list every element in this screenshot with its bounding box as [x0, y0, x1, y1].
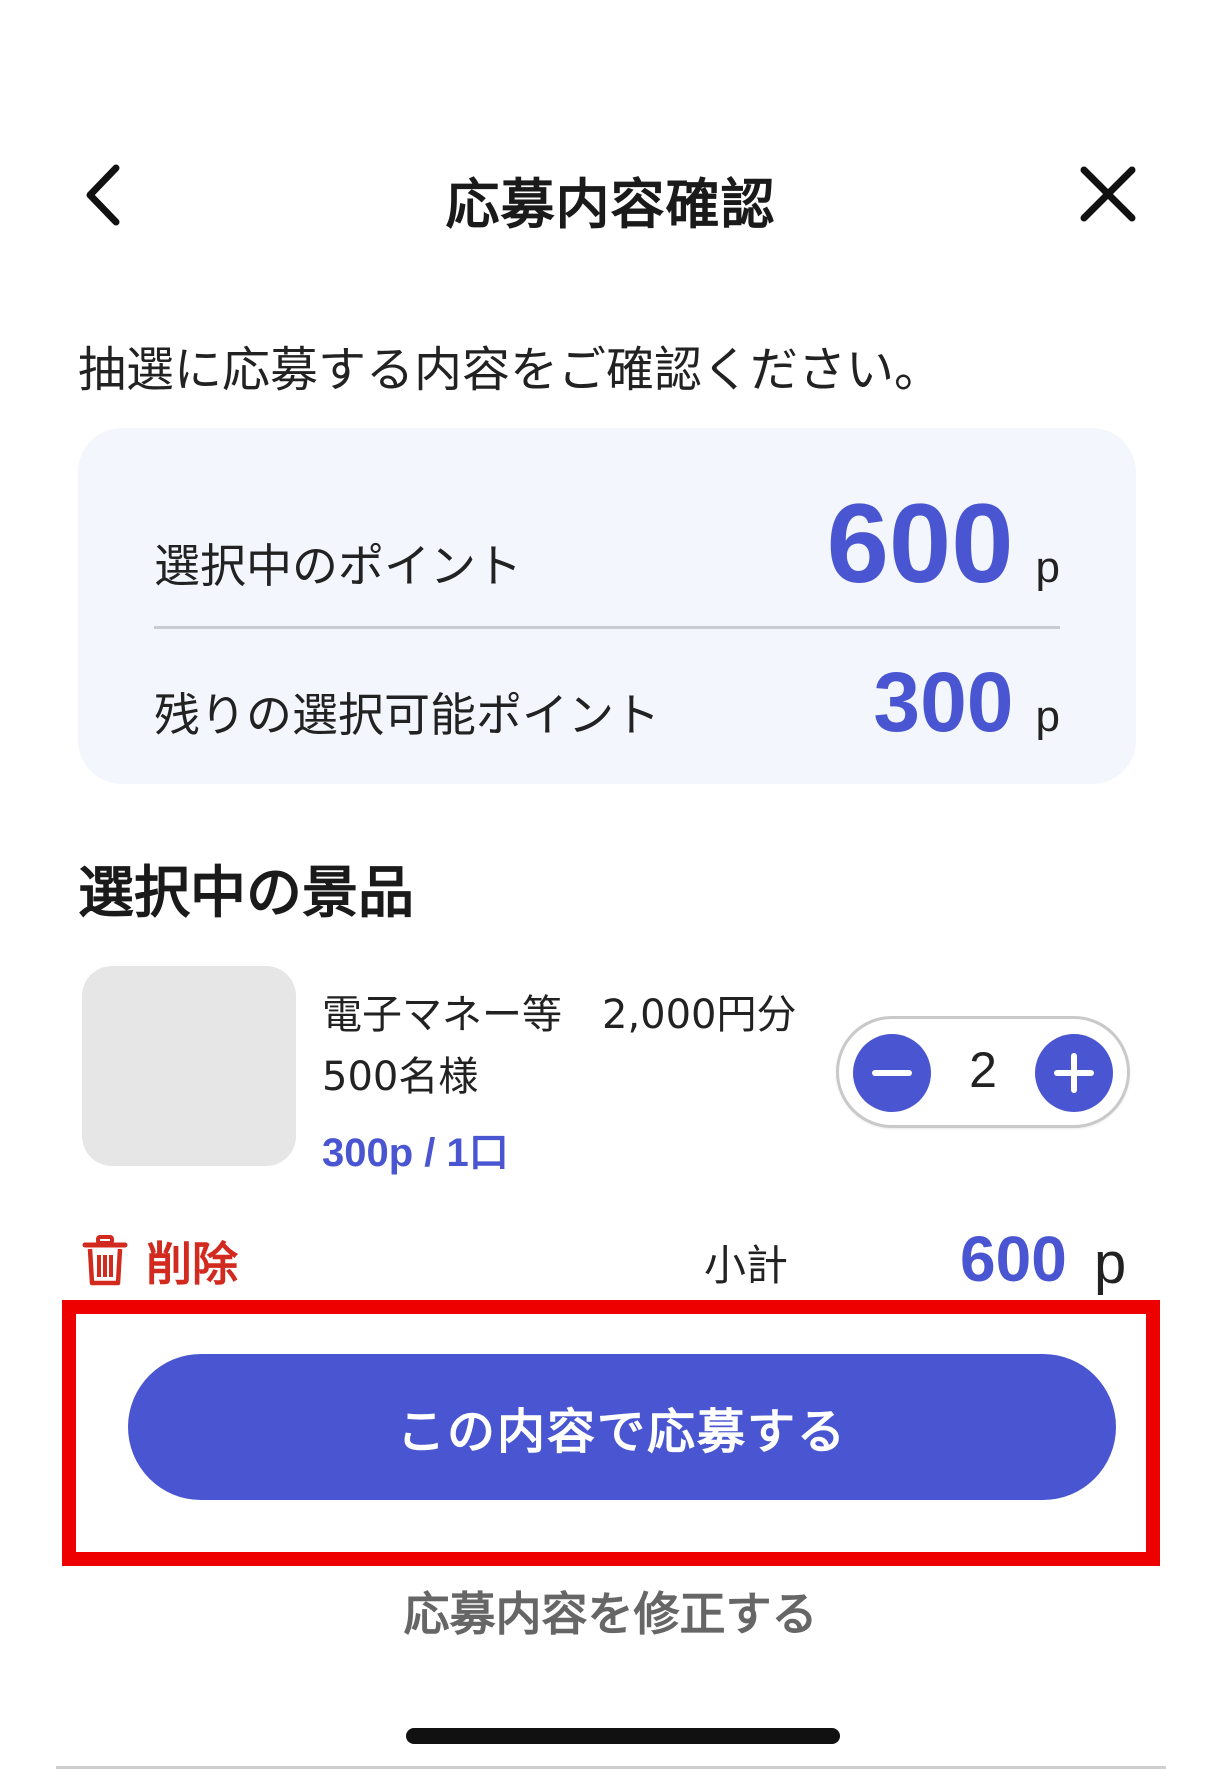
apply-confirmation-screen: 応募内容確認 抽選に応募する内容をご確認ください。 選択中のポイント 600 p…: [0, 0, 1221, 1770]
selected-points-label: 選択中のポイント: [154, 539, 522, 593]
remaining-points-label: 残りの選択可能ポイント: [154, 688, 660, 742]
close-icon: [1080, 166, 1136, 222]
selected-points-row: 選択中のポイント 600 p: [154, 488, 1060, 600]
delete-button[interactable]: 削除: [82, 1228, 238, 1294]
points-summary-card: 選択中のポイント 600 p 残りの選択可能ポイント 300 p: [78, 428, 1136, 784]
intro-text: 抽選に応募する内容をご確認ください。: [78, 342, 943, 398]
close-button[interactable]: [1076, 162, 1140, 226]
selected-points-value: 600: [826, 481, 1014, 606]
subtotal-unit: p: [1094, 1231, 1127, 1296]
selected-points-unit: p: [1035, 543, 1060, 592]
prize-price: 300p / 1口: [322, 1131, 509, 1175]
increment-button[interactable]: [1035, 1034, 1113, 1112]
remaining-points-row: 残りの選択可能ポイント 300 p: [154, 660, 1060, 745]
selected-prizes-heading: 選択中の景品: [78, 861, 414, 926]
page-title: 応募内容確認: [445, 173, 776, 236]
prize-name: 電子マネー等 2,000円分: [322, 992, 797, 1038]
remaining-points-unit: p: [1035, 692, 1060, 741]
remaining-points-value: 300: [873, 655, 1014, 749]
prize-thumbnail: [82, 966, 296, 1166]
prize-winners: 500名様: [322, 1054, 479, 1100]
bottom-divider: [56, 1766, 1166, 1769]
subtotal-value: 600: [960, 1223, 1067, 1295]
submit-entry-button[interactable]: この内容で応募する: [128, 1354, 1116, 1500]
delete-label: 削除: [146, 1237, 238, 1291]
home-indicator: [406, 1728, 840, 1744]
quantity-stepper: 2: [836, 1016, 1130, 1128]
card-divider: [154, 626, 1060, 629]
plus-icon: [1054, 1053, 1094, 1093]
subtotal-label: 小計: [704, 1241, 789, 1290]
edit-entry-link[interactable]: 応募内容を修正する: [0, 1578, 1221, 1644]
trash-icon: [82, 1235, 128, 1286]
